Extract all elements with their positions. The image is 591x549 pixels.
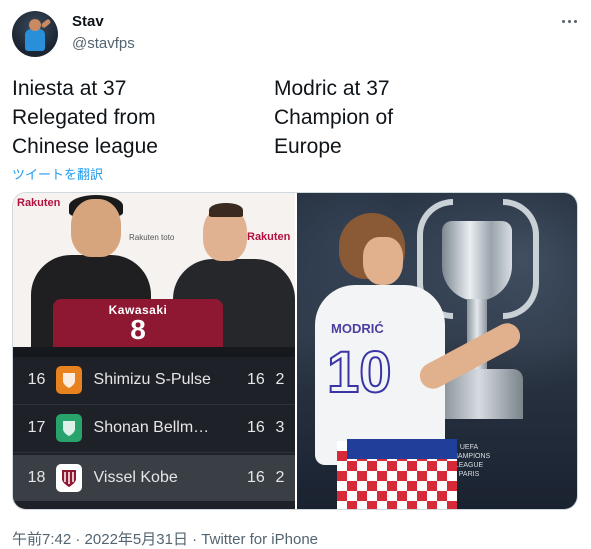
modric-photo[interactable]: UEFA CHAMPIONS LEAGUE PARIS MODRIĆ 10 [297,193,577,509]
jersey-number: 8 [130,314,146,345]
jersey: Kawasaki 8 [53,299,223,347]
played: 16 [246,371,265,388]
points: 3 [275,419,285,436]
iniesta-photo[interactable]: Rakuten Rakuten toto Rakuten Kawasaki 8 [13,193,295,347]
tweet-source[interactable]: Twitter for iPhone [201,531,318,548]
club-crest-icon [56,414,82,442]
table-row: 16 Shimizu S-Pulse 16 2 [13,357,295,403]
tweet-meta: 午前7:42 · 2022年5月31日 · Twitter for iPhone [12,528,318,549]
avatar[interactable] [12,11,58,57]
jersey-number: 10 [326,340,393,405]
tweet-text-left: Iniesta at 37 Relegated from Chinese lea… [12,77,158,158]
position: 18 [27,469,46,486]
avatar-figure-arm [40,18,52,29]
club-crest-icon [56,366,82,394]
separator: · [71,531,85,548]
flag-band [347,439,457,459]
team-name: Shonan Bellm… [93,419,210,436]
person-head [71,199,121,257]
tweet-text-right: Modric at 37 Champion of Europe [274,77,394,158]
backdrop-word: Rakuten [247,231,291,243]
table-row: 18 Vissel Kobe 16 2 [13,455,295,501]
played: 16 [246,419,265,436]
standings-table: 16 Shimizu S-Pulse 16 2 17 Shonan Bellm…… [13,347,295,509]
position: 16 [27,371,46,388]
user-display-name[interactable]: Stav [72,13,104,30]
person-hair [209,203,243,217]
club-crest-icon [56,464,82,492]
points: 2 [275,469,285,486]
team-name: Shimizu S-Pulse [93,371,211,388]
more-options-icon[interactable] [556,10,582,32]
avatar-figure-body [25,29,45,51]
translate-tweet-link[interactable]: ツイートを翻訳 [12,164,103,183]
tweet-time[interactable]: 午前7:42 [12,531,71,548]
backdrop-word: Rakuten [17,197,61,209]
tweet-date[interactable]: 2022年5月31日 [85,531,188,548]
team-name: Vissel Kobe [93,469,178,486]
avatar-figure-head [29,19,41,31]
user-handle[interactable]: @stavfps [72,35,135,52]
separator: · [187,531,202,548]
player-face [363,237,403,285]
tweet-media[interactable]: Rakuten Rakuten toto Rakuten Kawasaki 8 … [12,192,578,510]
points: 2 [275,371,285,388]
table-row: 17 Shonan Bellm… 16 3 [13,405,295,451]
position: 17 [27,419,46,436]
played: 16 [246,469,265,486]
jersey-name: MODRIĆ [331,321,384,336]
trophy-cup [442,221,512,301]
